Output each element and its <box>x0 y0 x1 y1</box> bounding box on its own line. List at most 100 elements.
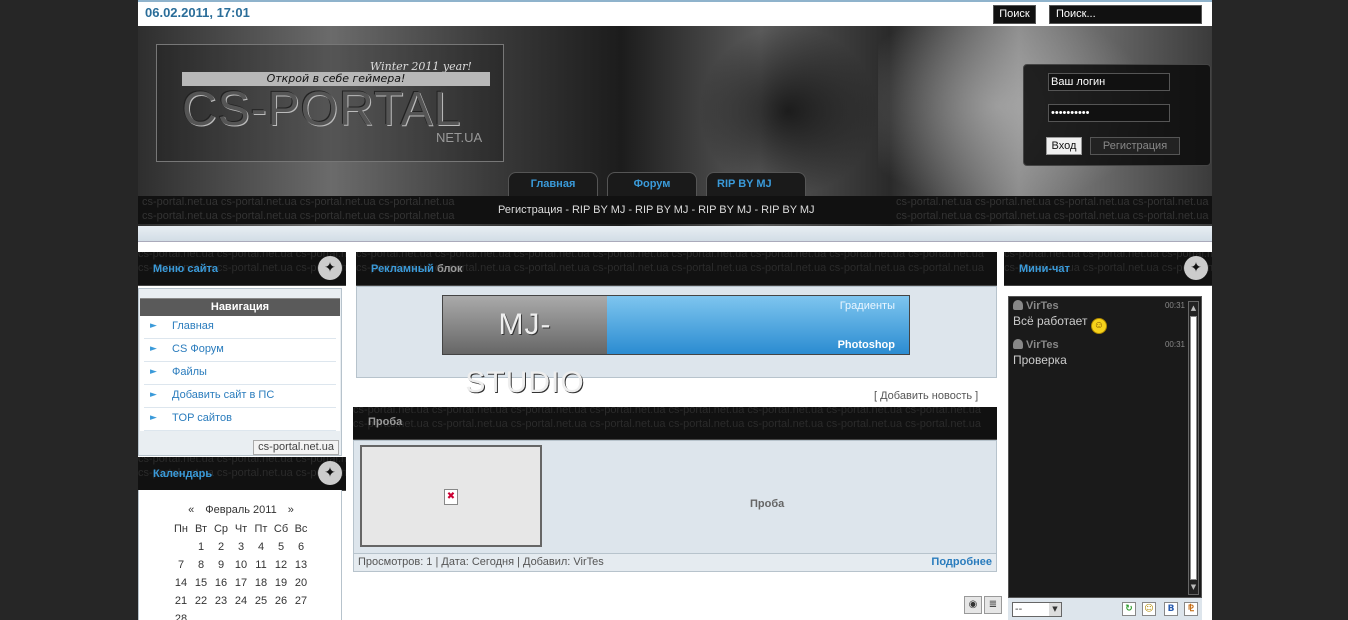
calendar-day[interactable]: 19 <box>271 576 291 590</box>
calendar-day[interactable]: 8 <box>191 558 211 572</box>
nav-item-home[interactable]: ► Главная <box>144 316 336 339</box>
watermark-text: cs-portal.net.ua cs-portal.net.ua cs-por… <box>356 252 984 260</box>
chat-text: Проверка <box>1013 353 1067 367</box>
navigation-list: ► Главная ► CS Форум ► Файлы ► Добавить сайт… <box>140 316 340 431</box>
calendar-day[interactable]: 6 <box>291 540 311 554</box>
chat-scrollbar[interactable]: ▲ ▼ <box>1188 301 1199 595</box>
password-field[interactable]: •••••••••• <box>1048 104 1170 122</box>
nav-item-label: Файлы <box>172 366 207 378</box>
watermark-text: cs-portal.net.ua cs-portal.net.ua cs-por… <box>138 457 346 465</box>
calendar-day[interactable]: 1 <box>191 540 211 554</box>
subnav-separator: - <box>628 204 633 216</box>
calendar-day[interactable]: 20 <box>291 576 311 590</box>
subnav-link[interactable]: RIP BY MJ <box>761 204 814 216</box>
calendar-day[interactable]: 5 <box>271 540 291 554</box>
counter-strike-icon: ✦ <box>1184 256 1208 280</box>
calendar-day[interactable]: 16 <box>211 576 231 590</box>
subnav-link[interactable]: RIP BY MJ <box>635 204 688 216</box>
calendar-day[interactable]: 10 <box>231 558 251 572</box>
list-icon[interactable]: ≣ <box>984 596 1002 614</box>
arrow-right-icon: ► <box>150 344 157 354</box>
bold-icon[interactable]: B <box>1164 602 1178 616</box>
news-image[interactable]: ✖ <box>360 445 542 547</box>
calendar-day[interactable]: 3 <box>231 540 251 554</box>
login-field[interactable]: Ваш логин <box>1048 73 1170 91</box>
chevron-down-icon: ▼ <box>1049 603 1061 616</box>
calendar-next-button[interactable]: » <box>288 504 294 516</box>
tab-rip[interactable]: RIP BY MJ <box>706 172 806 196</box>
banner-text-bottom: Photoshop <box>837 339 895 351</box>
calendar-day[interactable]: 26 <box>271 594 291 608</box>
watermark-text: cs-portal.net.ua cs-portal.net.ua cs-por… <box>353 407 981 416</box>
calendar-day[interactable]: 22 <box>191 594 211 608</box>
news-meta: Просмотров: 1 | Дата: Сегодня | Добавил:… <box>358 556 604 568</box>
nav-item-label: Главная <box>172 320 214 332</box>
login-panel: Ваш логин •••••••••• Вход Регистрация <box>1023 64 1211 166</box>
calendar-day[interactable]: 7 <box>171 558 191 572</box>
broken-image-icon: ✖ <box>444 489 458 505</box>
banner-gradient: Градиенты Photoshop <box>607 296 909 354</box>
calendar-day[interactable]: 17 <box>231 576 251 590</box>
chat-select-value: -- <box>1015 604 1023 615</box>
smiley-icon[interactable]: ☺ <box>1142 602 1156 616</box>
scroll-down-icon[interactable]: ▼ <box>1189 582 1198 593</box>
ad-block-title: Рекламный блок <box>371 263 463 275</box>
calendar-day[interactable]: 24 <box>231 594 251 608</box>
calendar-day[interactable]: 12 <box>271 558 291 572</box>
calendar-prev-button[interactable]: « <box>188 504 194 516</box>
nav-item-add-site[interactable]: ► Добавить сайт в ПС <box>144 385 336 408</box>
tab-forum[interactable]: Форум <box>607 172 697 196</box>
refresh-icon[interactable]: ↻ <box>1122 602 1136 616</box>
nav-item-files[interactable]: ► Файлы <box>144 362 336 385</box>
calendar-day[interactable]: 21 <box>171 594 191 608</box>
site-logo[interactable]: CS-PORTAL <box>182 82 461 137</box>
ad-banner[interactable]: MJ-STUDIO Градиенты Photoshop <box>442 295 910 399</box>
info-icon[interactable]: ⅊ <box>1184 602 1198 616</box>
scroll-thumb[interactable] <box>1190 316 1197 580</box>
header-strip <box>138 226 1212 242</box>
subnav-separator: - <box>754 204 759 216</box>
subnav-link[interactable]: RIP BY MJ <box>698 204 751 216</box>
calendar-day[interactable]: 18 <box>251 576 271 590</box>
calendar-day[interactable]: 25 <box>251 594 271 608</box>
calendar-day[interactable]: 23 <box>211 594 231 608</box>
counter-strike-icon: ✦ <box>318 461 342 485</box>
calendar-weekday: Ср <box>213 523 229 535</box>
search-button[interactable]: Поиск <box>993 5 1036 24</box>
scroll-up-icon[interactable]: ▲ <box>1189 303 1198 314</box>
page-wrapper: 06.02.2011, 17:01 Поиск Поиск... Winter … <box>138 0 1212 620</box>
calendar-day[interactable]: 15 <box>191 576 211 590</box>
register-button[interactable]: Регистрация <box>1090 137 1180 155</box>
calendar-day[interactable]: 13 <box>291 558 311 572</box>
news-footer: Просмотров: 1 | Дата: Сегодня | Добавил:… <box>354 553 996 571</box>
calendar-day[interactable]: 2 <box>211 540 231 554</box>
calendar-day[interactable]: 28 <box>171 612 191 620</box>
user-icon <box>1013 300 1023 310</box>
read-more-link[interactable]: Подробнее <box>931 556 992 568</box>
tab-home[interactable]: Главная <box>508 172 598 196</box>
nav-item-top-sites[interactable]: ► TOP сайтов <box>144 408 336 431</box>
calendar-day[interactable]: 4 <box>251 540 271 554</box>
sub-navigation: cs-portal.net.ua cs-portal.net.ua cs-por… <box>138 196 1212 224</box>
login-button[interactable]: Вход <box>1046 137 1082 155</box>
calendar-day[interactable]: 14 <box>171 576 191 590</box>
subnav-link-register[interactable]: Регистрация <box>498 204 562 216</box>
site-header: Winter 2011 year! Открой в себе геймера!… <box>138 26 1212 226</box>
news-title[interactable]: Проба <box>368 416 402 428</box>
chat-select[interactable]: -- ▼ <box>1012 602 1062 617</box>
calendar-weekday: Пт <box>254 523 268 535</box>
calendar-day <box>271 612 291 620</box>
calendar-day[interactable]: 9 <box>211 558 231 572</box>
add-news-link[interactable]: [ Добавить новость ] <box>874 390 978 402</box>
search-input[interactable]: Поиск... <box>1049 5 1202 24</box>
calendar-day[interactable]: 27 <box>291 594 311 608</box>
mini-chat-header: cs-portal.net.ua cs-portal.net.ua cs-por… <box>1004 252 1212 286</box>
nav-item-forum[interactable]: ► CS Форум <box>144 339 336 362</box>
chat-user[interactable]: VirTes <box>1013 339 1185 351</box>
subnav-link[interactable]: RIP BY MJ <box>572 204 625 216</box>
chat-user[interactable]: VirTes <box>1013 300 1185 312</box>
calendar-day[interactable]: 11 <box>251 558 271 572</box>
eye-icon[interactable]: ◉ <box>964 596 982 614</box>
watermark-text: cs-portal.net.ua cs-portal.net.ua cs-por… <box>142 210 455 222</box>
counter-strike-icon: ✦ <box>318 256 342 280</box>
